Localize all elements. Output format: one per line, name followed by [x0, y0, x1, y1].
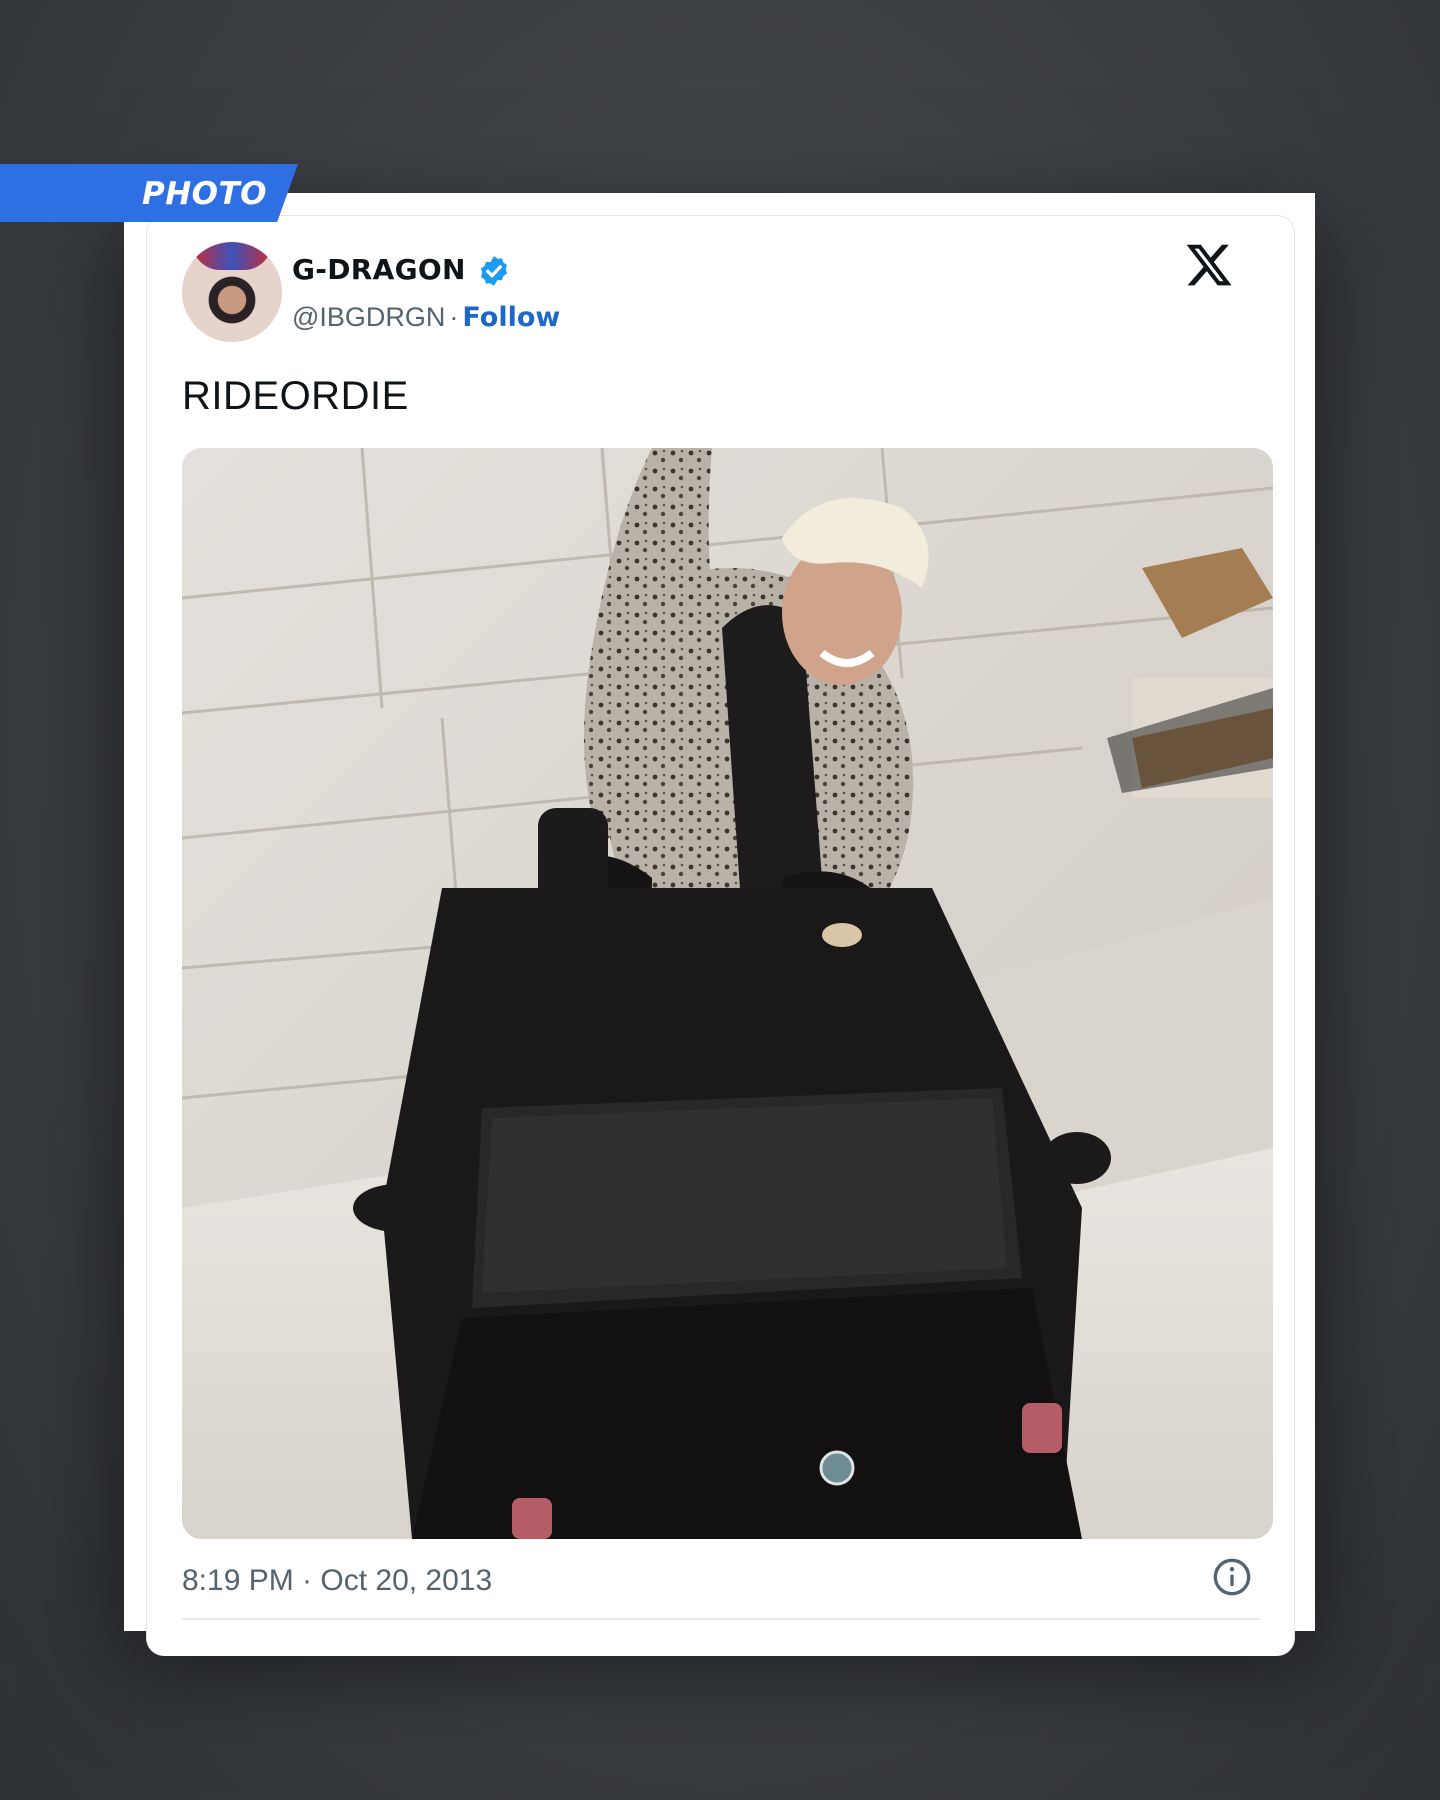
avatar[interactable]: [182, 242, 282, 342]
photo-badge: PHOTO: [0, 164, 298, 222]
tweet-embed-frame: G-DRAGON @IBGDRGN · Follow RIDEORDIE 8:1…: [124, 193, 1315, 1656]
divider: [182, 1618, 1260, 1620]
tweet-photo[interactable]: [182, 448, 1273, 1539]
info-icon[interactable]: [1212, 1557, 1252, 1597]
handle-separator: ·: [449, 302, 459, 332]
photo-illustration: [182, 448, 1273, 1539]
tweet-card[interactable]: G-DRAGON @IBGDRGN · Follow RIDEORDIE 8:1…: [146, 215, 1295, 1656]
user-handle[interactable]: @IBGDRGN: [292, 302, 445, 332]
photo-badge-label: PHOTO: [142, 176, 268, 212]
follow-button[interactable]: Follow: [462, 302, 560, 333]
handle-line: @IBGDRGN · Follow: [292, 302, 560, 333]
tweet-text: RIDEORDIE: [182, 374, 409, 418]
avatar-cap: [192, 242, 272, 270]
display-name[interactable]: G-DRAGON: [292, 253, 466, 286]
tweet-timestamp[interactable]: 8:19 PM · Oct 20, 2013: [182, 1564, 492, 1598]
verified-badge-icon: [480, 256, 508, 286]
x-logo-icon[interactable]: [1184, 240, 1234, 290]
